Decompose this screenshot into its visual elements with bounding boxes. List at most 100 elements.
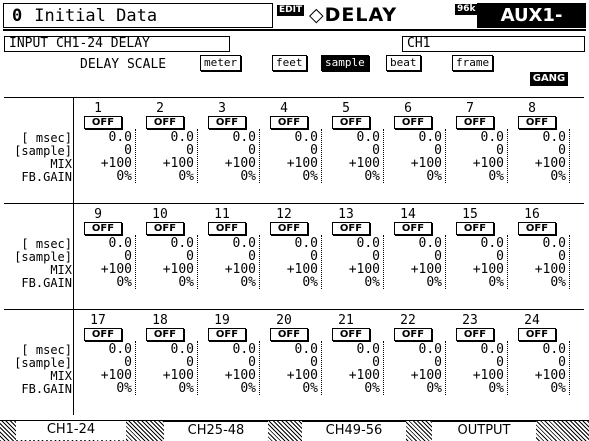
delay-on-off-button[interactable]: OFF: [518, 116, 556, 129]
column-divider: [135, 235, 136, 289]
tab-bar: CH1-24 CH25-48 CH49-56 OUTPUT: [0, 420, 589, 441]
channel-number: 18: [152, 313, 168, 328]
column-divider: [445, 129, 446, 183]
channel-number: 14: [400, 207, 416, 222]
delay-on-off-button[interactable]: OFF: [394, 222, 432, 235]
delay-on-off-button[interactable]: OFF: [208, 328, 246, 341]
delay-on-off-button[interactable]: OFF: [332, 116, 370, 129]
row-label: [ msec]: [21, 131, 72, 145]
delay-on-off-button[interactable]: OFF: [84, 116, 122, 129]
delay-on-off-button[interactable]: OFF: [456, 222, 494, 235]
delay-on-off-button[interactable]: OFF: [84, 222, 122, 235]
fb-gain-value[interactable]: 0%: [262, 276, 318, 289]
channel-number: 15: [462, 207, 478, 222]
scene-display: 0 Initial Data: [3, 3, 273, 28]
scale-option-meter[interactable]: meter: [200, 55, 242, 71]
fb-gain-value[interactable]: 0%: [200, 382, 256, 395]
delay-on-off-button[interactable]: OFF: [518, 222, 556, 235]
scene-name: Initial Data: [34, 5, 158, 26]
fb-gain-value[interactable]: 0%: [448, 170, 504, 183]
scale-option-sample[interactable]: sample: [321, 55, 369, 71]
fb-gain-value[interactable]: 0%: [386, 276, 442, 289]
channel-column: 2 OFF 0.0 0 +100 0%: [138, 102, 200, 185]
channel-number: 16: [524, 207, 540, 222]
fb-gain-value[interactable]: 0%: [324, 382, 380, 395]
column-divider: [259, 235, 260, 289]
tab-ch1-24[interactable]: CH1-24: [16, 421, 126, 440]
delay-on-off-button[interactable]: OFF: [84, 328, 122, 341]
scale-option-frame[interactable]: frame: [452, 55, 494, 71]
delay-on-off-button[interactable]: OFF: [518, 328, 556, 341]
tab-output[interactable]: OUTPUT: [432, 421, 536, 441]
gang-button[interactable]: GANG: [530, 72, 568, 86]
fb-gain-value[interactable]: 0%: [510, 170, 566, 183]
fb-gain-value[interactable]: 0%: [448, 276, 504, 289]
column-divider: [569, 235, 570, 289]
fb-gain-value[interactable]: 0%: [386, 382, 442, 395]
channel-column: 22 OFF 0.0 0 +100 0%: [386, 314, 448, 397]
fb-gain-value[interactable]: 0%: [76, 170, 132, 183]
fb-gain-value[interactable]: 0%: [138, 276, 194, 289]
fb-gain-value[interactable]: 0%: [324, 170, 380, 183]
channel-number: 7: [466, 101, 474, 116]
scale-option-beat[interactable]: beat: [386, 55, 421, 71]
block-divider: [4, 97, 584, 98]
delay-on-off-button[interactable]: OFF: [332, 222, 370, 235]
row-label: [sample]: [14, 250, 72, 264]
channel-number: 13: [338, 207, 354, 222]
channel-column: 20 OFF 0.0 0 +100 0%: [262, 314, 324, 397]
column-divider: [507, 341, 508, 395]
tab-ch49-56[interactable]: CH49-56: [302, 421, 406, 441]
title-bar: 0 Initial Data EDIT ◇DELAY 96k AUX1-AUX1: [3, 3, 586, 51]
row-label: FB.GAIN: [21, 276, 72, 290]
column-divider: [383, 341, 384, 395]
scene-number: 0: [12, 5, 23, 26]
output-selector[interactable]: AUX1-AUX1: [477, 3, 586, 51]
fb-gain-value[interactable]: 0%: [324, 276, 380, 289]
delay-on-off-button[interactable]: OFF: [394, 116, 432, 129]
channel-number: 4: [280, 101, 288, 116]
column-divider: [259, 341, 260, 395]
input-display-text: INPUT CH1-24 DELAY: [9, 36, 150, 51]
fb-gain-value[interactable]: 0%: [386, 170, 442, 183]
delay-on-off-button[interactable]: OFF: [146, 222, 184, 235]
delay-on-off-button[interactable]: OFF: [270, 222, 308, 235]
channel-column: 23 OFF 0.0 0 +100 0%: [448, 314, 510, 397]
fb-gain-value[interactable]: 0%: [138, 382, 194, 395]
fb-gain-value[interactable]: 0%: [262, 170, 318, 183]
channel-number: 8: [528, 101, 536, 116]
fb-gain-value[interactable]: 0%: [76, 382, 132, 395]
column-divider: [197, 235, 198, 289]
tab-ch25-48[interactable]: CH25-48: [164, 421, 268, 441]
channel-number: 17: [90, 313, 106, 328]
delay-on-off-button[interactable]: OFF: [208, 116, 246, 129]
fb-gain-value[interactable]: 0%: [200, 276, 256, 289]
column-divider: [259, 129, 260, 183]
channel-display: CH1: [402, 36, 585, 52]
delay-on-off-button[interactable]: OFF: [456, 116, 494, 129]
fb-gain-value[interactable]: 0%: [510, 382, 566, 395]
column-divider: [135, 129, 136, 183]
fb-gain-value[interactable]: 0%: [448, 382, 504, 395]
delay-on-off-button[interactable]: OFF: [456, 328, 494, 341]
delay-on-off-button[interactable]: OFF: [146, 328, 184, 341]
channel-column: 12 OFF 0.0 0 +100 0%: [262, 208, 324, 291]
delay-screen: 0 Initial Data EDIT ◇DELAY 96k AUX1-AUX1…: [0, 0, 589, 441]
fb-gain-value[interactable]: 0%: [200, 170, 256, 183]
delay-on-off-button[interactable]: OFF: [270, 328, 308, 341]
delay-on-off-button[interactable]: OFF: [146, 116, 184, 129]
fb-gain-value[interactable]: 0%: [510, 276, 566, 289]
fb-gain-value[interactable]: 0%: [138, 170, 194, 183]
channel-column: 4 OFF 0.0 0 +100 0%: [262, 101, 324, 185]
row-label: FB.GAIN: [21, 382, 72, 396]
fb-gain-value[interactable]: 0%: [262, 382, 318, 395]
delay-on-off-button[interactable]: OFF: [270, 116, 308, 129]
fb-gain-value[interactable]: 0%: [76, 276, 132, 289]
delay-on-off-button[interactable]: OFF: [208, 222, 246, 235]
column-divider: [445, 235, 446, 289]
delay-scale-label: DELAY SCALE: [80, 57, 167, 72]
column-divider: [383, 235, 384, 289]
delay-on-off-button[interactable]: OFF: [394, 328, 432, 341]
delay-on-off-button[interactable]: OFF: [332, 328, 370, 341]
scale-option-feet[interactable]: feet: [272, 55, 307, 71]
